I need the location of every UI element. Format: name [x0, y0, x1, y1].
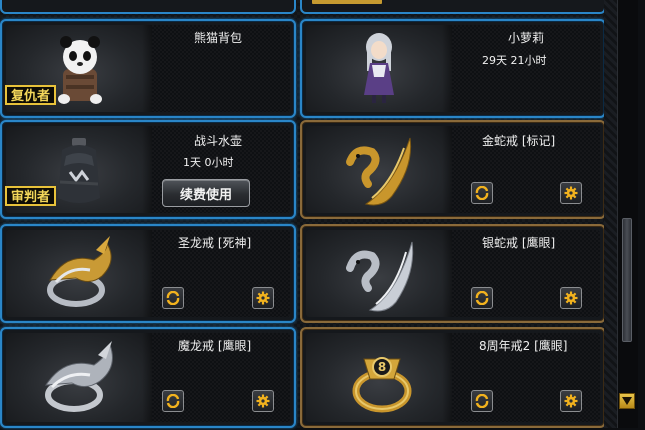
- gear-icon: [564, 186, 578, 200]
- inventory-card-silver-snake-ring[interactable]: 银蛇戒 [鹰眼]: [300, 224, 606, 323]
- settings-button[interactable]: [560, 287, 582, 309]
- demon-dragon-ring-icon: [6, 333, 152, 422]
- owner-badge: 审判者: [5, 186, 57, 206]
- inventory-card-partial[interactable]: [300, 0, 606, 14]
- refresh-button[interactable]: [471, 182, 493, 204]
- refresh-button[interactable]: [471, 287, 493, 309]
- item-name: 8周年戒2 [鹰眼]: [479, 339, 568, 353]
- refresh-icon: [475, 291, 489, 305]
- item-name: 魔龙戒 [鹰眼]: [178, 339, 252, 353]
- scroll-down-button[interactable]: [619, 393, 635, 409]
- loli-doll-icon: [306, 25, 452, 112]
- holy-dragon-ring-icon: [6, 230, 152, 317]
- gear-icon: [564, 394, 578, 408]
- item-name: 金蛇戒 [标记]: [482, 134, 556, 148]
- settings-button[interactable]: [252, 390, 274, 412]
- refresh-icon: [166, 394, 180, 408]
- silver-snake-ring-icon: [306, 230, 452, 317]
- refresh-button[interactable]: [471, 390, 493, 412]
- item-duration: 29天 21小时: [482, 54, 547, 67]
- refresh-button[interactable]: [162, 390, 184, 412]
- anniversary-ring-icon: 8: [306, 333, 452, 422]
- settings-button[interactable]: [560, 390, 582, 412]
- inventory-card-loli[interactable]: 小萝莉 29天 21小时: [300, 19, 606, 118]
- panel-edge: [604, 0, 618, 428]
- inventory-card-gold-snake-ring[interactable]: 金蛇戒 [标记]: [300, 120, 606, 219]
- item-name: 战斗水壶: [194, 134, 243, 148]
- renew-button[interactable]: 续费使用: [162, 179, 250, 207]
- item-name: 小萝莉: [508, 31, 545, 45]
- scrollbar-thumb[interactable]: [622, 218, 632, 342]
- inventory-card-anniversary-ring[interactable]: 8 8周年戒2 [鹰眼]: [300, 327, 606, 428]
- inventory-card-water-flask[interactable]: 战斗水壶 1天 0小时 续费使用 审判者: [0, 120, 296, 219]
- inventory-card-holy-dragon-ring[interactable]: 圣龙戒 [死神]: [0, 224, 296, 323]
- svg-text:8: 8: [378, 360, 386, 374]
- gold-snake-ring-icon: [306, 126, 452, 213]
- refresh-icon: [475, 394, 489, 408]
- inventory-card-panda-backpack[interactable]: 熊猫背包 复仇者: [0, 19, 296, 118]
- item-name: 熊猫背包: [194, 31, 243, 45]
- gear-icon: [256, 394, 270, 408]
- item-duration: 1天 0小时: [183, 156, 234, 169]
- refresh-button[interactable]: [162, 287, 184, 309]
- settings-button[interactable]: [252, 287, 274, 309]
- gear-icon: [564, 291, 578, 305]
- settings-button[interactable]: [560, 182, 582, 204]
- item-name: 银蛇戒 [鹰眼]: [482, 236, 556, 250]
- arrow-down-icon: [622, 397, 632, 405]
- inventory-card-demon-dragon-ring[interactable]: 魔龙戒 [鹰眼]: [0, 327, 296, 428]
- refresh-icon: [166, 291, 180, 305]
- scrollbar-track[interactable]: [617, 0, 638, 428]
- inventory-card-partial[interactable]: [0, 0, 296, 14]
- gear-icon: [256, 291, 270, 305]
- refresh-icon: [475, 186, 489, 200]
- item-name: 圣龙戒 [死神]: [178, 236, 252, 250]
- owner-badge: 复仇者: [5, 85, 57, 105]
